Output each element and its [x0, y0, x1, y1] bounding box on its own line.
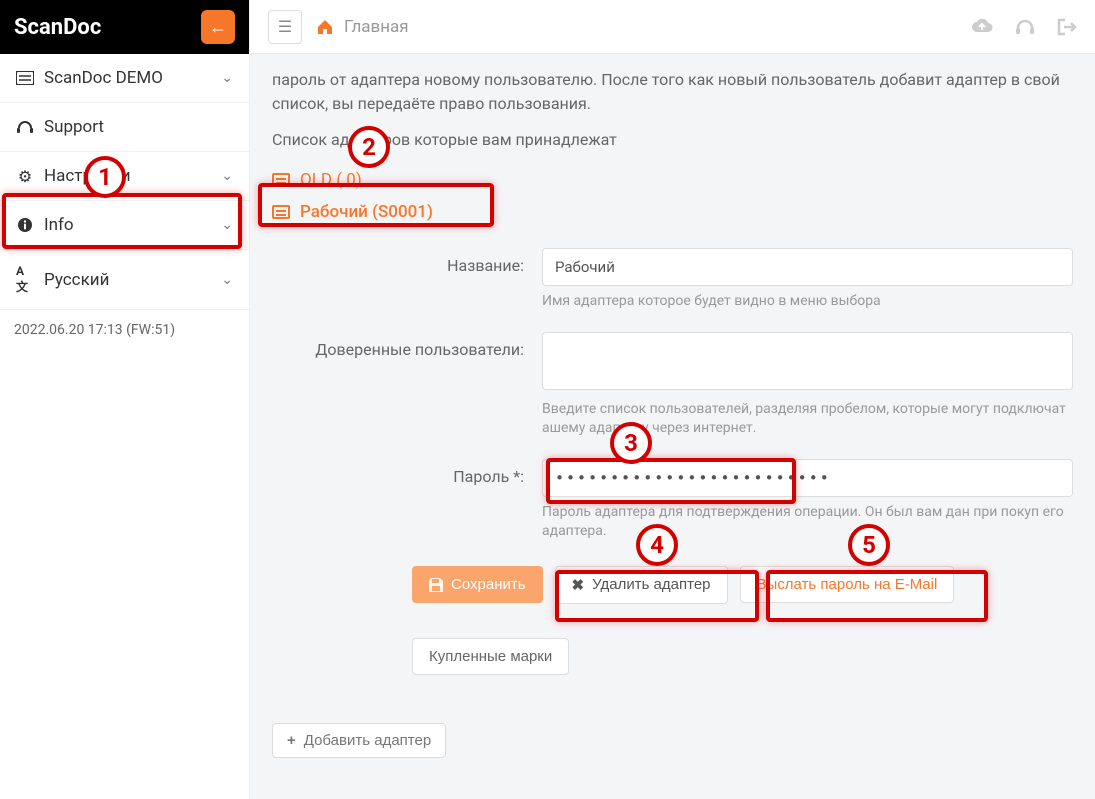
delete-adapter-button[interactable]: ✖ Удалить адаптер	[555, 566, 728, 604]
purchased-brands-button[interactable]: Купленные марки	[412, 638, 569, 675]
adapter-label: Рабочий (S0001)	[300, 202, 433, 222]
back-button[interactable]: ←	[201, 10, 235, 44]
arrow-left-icon: ←	[209, 17, 227, 38]
save-button-label: Сохранить	[451, 576, 526, 593]
chevron-down-icon: ⌄	[221, 168, 233, 184]
version-text: 2022.06.20 17:13 (FW:51)	[0, 310, 249, 350]
sidebar-item-support[interactable]: Support	[0, 103, 249, 152]
add-adapter-button[interactable]: + Добавить адаптер	[272, 723, 446, 758]
form-row-password: Пароль *: Пароль адаптера для подтвержде…	[272, 459, 1073, 542]
send-password-label: Выслать пароль на E-Mail	[757, 576, 938, 593]
headset-icon[interactable]	[1015, 18, 1035, 36]
sidebar-item-label: Настройки	[44, 166, 131, 186]
name-help: Имя адаптера которое будет видно в меню …	[542, 292, 1073, 312]
breadcrumb: Главная	[316, 17, 409, 37]
content: пароль от адаптера новому пользователю. …	[250, 54, 1095, 780]
adapter-icon	[16, 71, 34, 85]
brands-label: Купленные марки	[429, 648, 552, 665]
hamburger-icon: ☰	[278, 17, 292, 36]
send-password-button[interactable]: Выслать пароль на E-Mail	[740, 566, 955, 603]
delete-button-label: Удалить адаптер	[592, 576, 710, 593]
name-input[interactable]	[542, 248, 1073, 286]
chevron-down-icon: ⌄	[221, 70, 233, 86]
headset-icon	[16, 119, 34, 135]
chevron-down-icon: ⌄	[221, 272, 233, 288]
sidebar-item-label: Info	[44, 215, 74, 235]
sidebar-item-label: ScanDoc DEMO	[44, 68, 163, 88]
language-icon: A文	[16, 264, 34, 295]
save-button[interactable]: Сохранить	[412, 566, 543, 603]
trusted-users-input[interactable]	[542, 332, 1073, 390]
password-label: Пароль *:	[272, 459, 542, 486]
adapter-link-current[interactable]: Рабочий (S0001)	[272, 196, 1073, 228]
chevron-down-icon: ⌄	[221, 217, 233, 233]
cloud-upload-icon[interactable]	[971, 18, 993, 36]
sidebar-item-info[interactable]: Info ⌄	[0, 201, 249, 250]
add-adapter-label: Добавить адаптер	[304, 732, 431, 749]
sidebar-item-scandoc-demo[interactable]: ScanDoc DEMO ⌄	[0, 54, 249, 103]
breadcrumb-home[interactable]: Главная	[344, 17, 409, 37]
form-row-name: Название: Имя адаптера которое будет вид…	[272, 248, 1073, 312]
password-help: Пароль адаптера для подтверждения операц…	[542, 503, 1073, 542]
sidebar-item-label: Русский	[44, 270, 109, 290]
menu-toggle-button[interactable]: ☰	[268, 10, 302, 44]
adapter-list-title: Список адаптеров которые вам принадлежат	[272, 128, 1073, 152]
button-row: Сохранить ✖ Удалить адаптер Выслать паро…	[412, 566, 1073, 604]
adapter-icon	[272, 205, 290, 219]
name-label: Название:	[272, 248, 542, 275]
logout-icon[interactable]	[1057, 18, 1077, 36]
password-input[interactable]	[542, 459, 1073, 497]
sidebar-item-settings[interactable]: ⚙ Настройки ⌄	[0, 152, 249, 201]
trusted-help: Введите список пользователей, разделяя п…	[542, 400, 1073, 439]
info-paragraph: пароль от адаптера новому пользователю. …	[272, 68, 1073, 116]
adapter-icon	[272, 173, 290, 187]
trusted-label: Доверенные пользователи:	[272, 332, 542, 359]
sidebar-item-language[interactable]: A文 Русский ⌄	[0, 250, 249, 310]
main-area: ☰ Главная пароль от адаптера новому поль…	[250, 0, 1095, 799]
plus-icon: +	[287, 732, 296, 749]
adapter-link-old[interactable]: OLD ( 0)	[272, 164, 1073, 196]
brand-title: ScanDoc	[14, 15, 101, 40]
form-row-trusted: Доверенные пользователи: Введите список …	[272, 332, 1073, 439]
sidebar-item-label: Support	[44, 117, 104, 137]
save-icon	[429, 578, 443, 592]
gear-icon: ⚙	[16, 167, 34, 186]
sidebar-header: ScanDoc ←	[0, 0, 249, 54]
sidebar: ScanDoc ← ScanDoc DEMO ⌄ Support ⚙ Настр…	[0, 0, 250, 799]
close-icon: ✖	[572, 576, 585, 594]
home-icon[interactable]	[316, 19, 334, 35]
info-icon	[16, 217, 34, 233]
topbar: ☰ Главная	[250, 0, 1095, 54]
adapter-label: OLD ( 0)	[300, 170, 362, 190]
